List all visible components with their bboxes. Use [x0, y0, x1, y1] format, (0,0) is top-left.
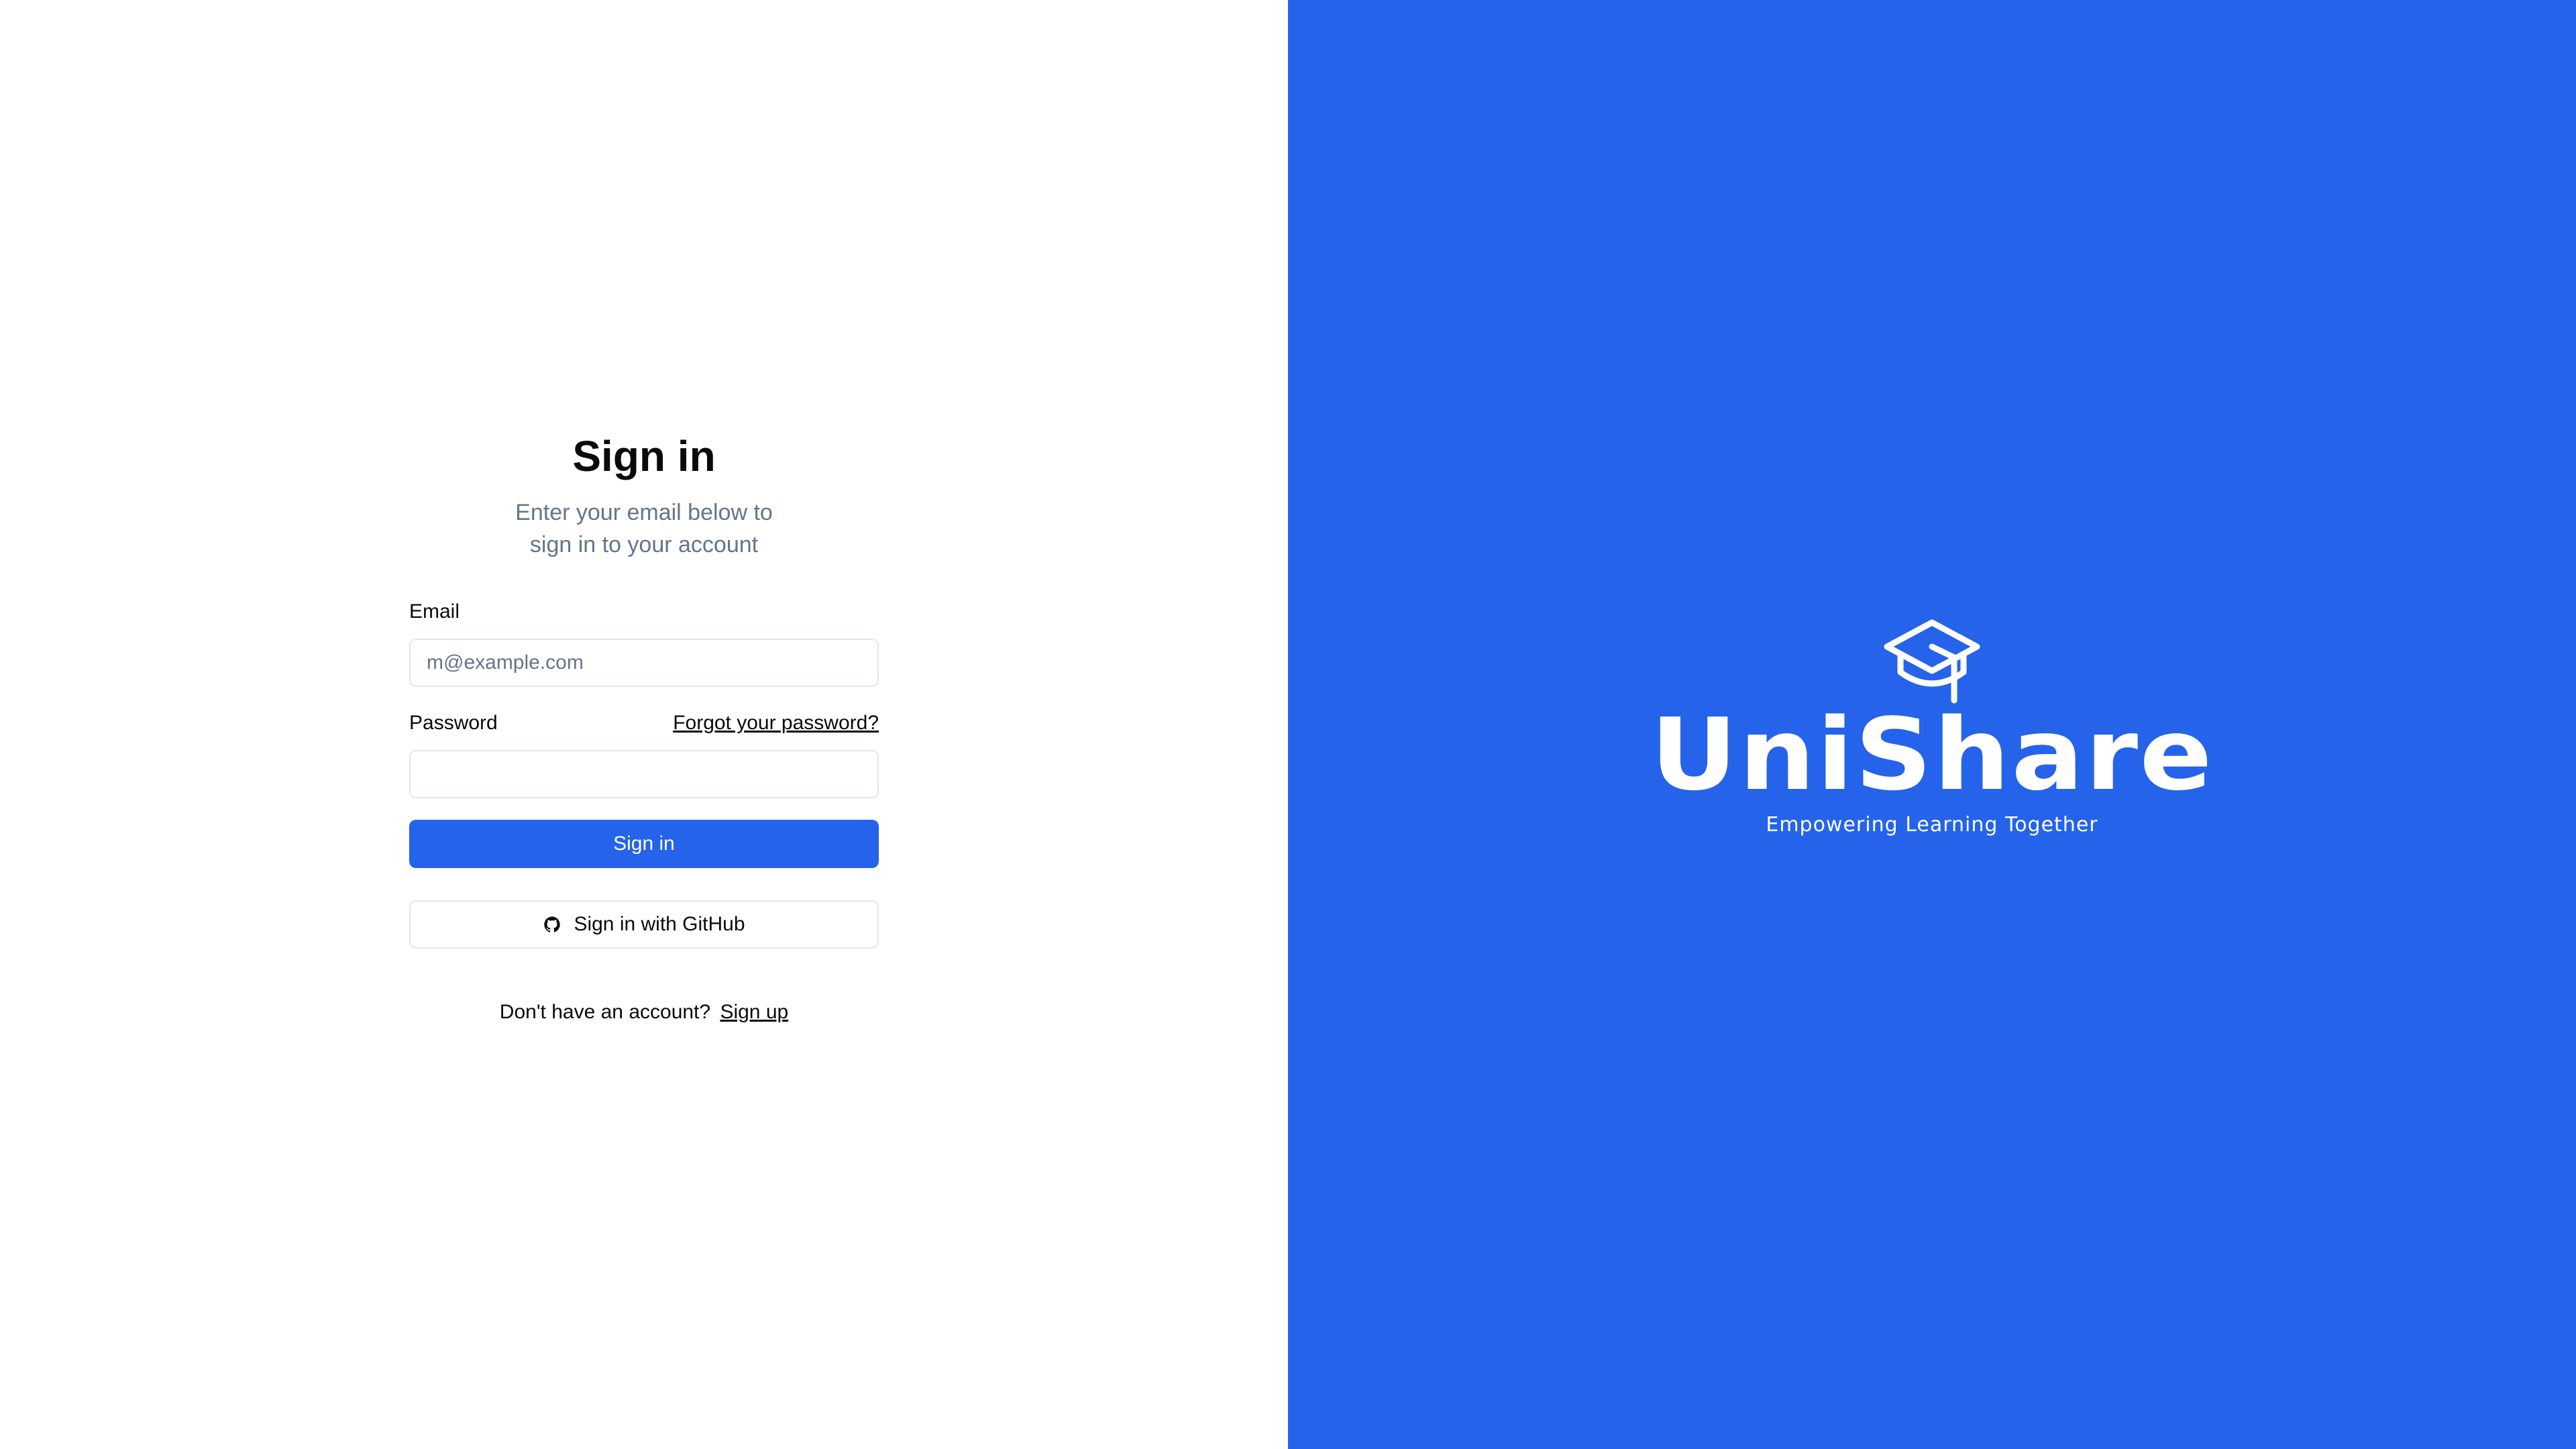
- sign-up-link[interactable]: Sign up: [720, 1001, 788, 1023]
- page-subtitle: Enter your email below to sign in to you…: [515, 500, 773, 557]
- github-sign-in-button[interactable]: Sign in with GitHub: [409, 900, 879, 949]
- brand-name: UniShare: [1650, 697, 2214, 812]
- github-button-label: Sign in with GitHub: [574, 913, 745, 935]
- sign-in-button[interactable]: Sign in: [409, 820, 879, 868]
- password-input[interactable]: [409, 750, 879, 798]
- github-icon: [543, 915, 561, 934]
- forgot-password-link[interactable]: Forgot your password?: [673, 712, 879, 735]
- email-label: Email: [409, 600, 460, 623]
- page-title: Sign in: [572, 432, 716, 480]
- password-label-row: Password Forgot your password?: [409, 710, 879, 737]
- email-input[interactable]: [409, 639, 879, 687]
- graduation-cap-icon: [1288, 617, 2576, 707]
- signin-pane: Sign in Enter your email below to sign i…: [0, 0, 1288, 1449]
- signin-form: Sign in Enter your email below to sign i…: [409, 429, 879, 1024]
- signup-prompt: Don't have an account?: [499, 1001, 711, 1023]
- password-label: Password: [409, 712, 498, 734]
- page: Sign in Enter your email below to sign i…: [0, 0, 2576, 1449]
- brand-pane: UniShare Empowering Learning Together: [1288, 0, 2576, 1449]
- brand-logo: UniShare Empowering Learning Together: [1288, 617, 2576, 837]
- brand-tagline: Empowering Learning Together: [1766, 813, 2098, 837]
- signup-row: Don't have an account? Sign up: [409, 1001, 879, 1024]
- email-label-row: Email: [409, 598, 879, 625]
